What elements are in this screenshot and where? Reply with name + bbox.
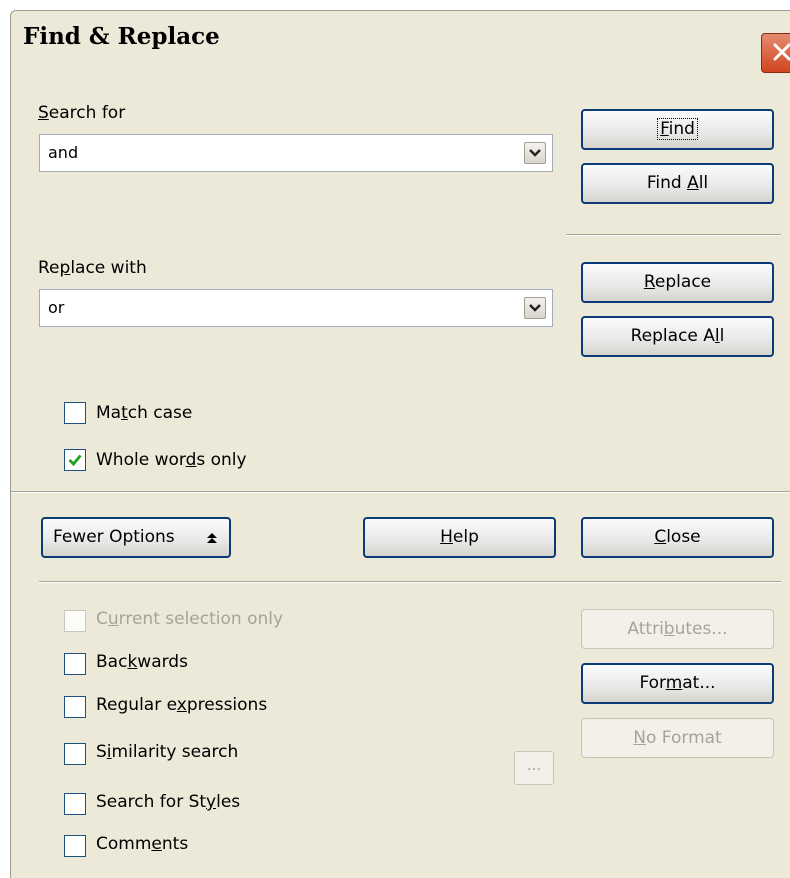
find-button[interactable]: Find <box>581 109 774 150</box>
close-x-icon <box>773 43 790 61</box>
chevron-down-icon <box>529 304 541 312</box>
search-input[interactable]: and <box>48 143 78 162</box>
replace-combobox[interactable]: or <box>39 289 553 327</box>
comments-checkbox[interactable] <box>64 835 86 857</box>
match-case-checkbox[interactable] <box>64 402 86 424</box>
close-button[interactable]: Close <box>581 517 774 558</box>
whole-words-checkbox[interactable] <box>64 449 86 471</box>
search-combobox[interactable]: and <box>39 134 553 172</box>
find-replace-dialog: Find & Replace Search for and Find Find … <box>10 10 790 878</box>
find-button-label: Find <box>657 118 698 140</box>
separator <box>39 581 781 583</box>
regular-expressions-checkbox[interactable] <box>64 696 86 718</box>
similarity-search-label: Similarity search <box>96 742 239 762</box>
help-button[interactable]: Help <box>363 517 556 558</box>
replace-with-label: Replace with <box>38 258 147 278</box>
no-format-button[interactable]: No Format <box>581 718 774 758</box>
separator <box>566 234 781 236</box>
current-selection-checkbox[interactable] <box>64 610 86 632</box>
fewer-options-button[interactable]: Fewer Options <box>41 517 231 558</box>
find-all-button[interactable]: Find All <box>581 163 774 204</box>
window-title: Find & Replace <box>23 23 220 50</box>
attributes-button[interactable]: Attributes... <box>581 609 774 649</box>
double-chevron-up-icon <box>207 533 217 543</box>
replace-input[interactable]: or <box>48 298 64 317</box>
replace-dropdown-button[interactable] <box>524 297 546 319</box>
search-for-label: Search for <box>38 103 126 123</box>
search-styles-checkbox[interactable] <box>64 793 86 815</box>
title-bar[interactable]: Find & Replace <box>11 11 790 73</box>
match-case-label: Match case <box>96 403 193 423</box>
backwards-checkbox[interactable] <box>64 653 86 675</box>
replace-button[interactable]: Replace <box>581 262 774 303</box>
checkmark-icon <box>68 454 82 467</box>
fewer-options-label: Fewer Options <box>53 527 175 547</box>
comments-label: Comments <box>96 834 189 854</box>
search-dropdown-button[interactable] <box>524 142 546 164</box>
window-close-button[interactable] <box>761 33 790 73</box>
similarity-settings-button[interactable]: ... <box>514 751 554 785</box>
regular-expressions-label: Regular expressions <box>96 695 268 715</box>
search-styles-label: Search for Styles <box>96 792 241 812</box>
current-selection-label: Current selection only <box>96 609 284 629</box>
replace-all-button[interactable]: Replace All <box>581 316 774 357</box>
similarity-search-checkbox[interactable] <box>64 743 86 765</box>
backwards-label: Backwards <box>96 652 188 672</box>
separator <box>11 491 790 493</box>
format-button[interactable]: Format... <box>581 663 774 704</box>
chevron-down-icon <box>529 149 541 157</box>
whole-words-label: Whole words only <box>96 450 247 470</box>
